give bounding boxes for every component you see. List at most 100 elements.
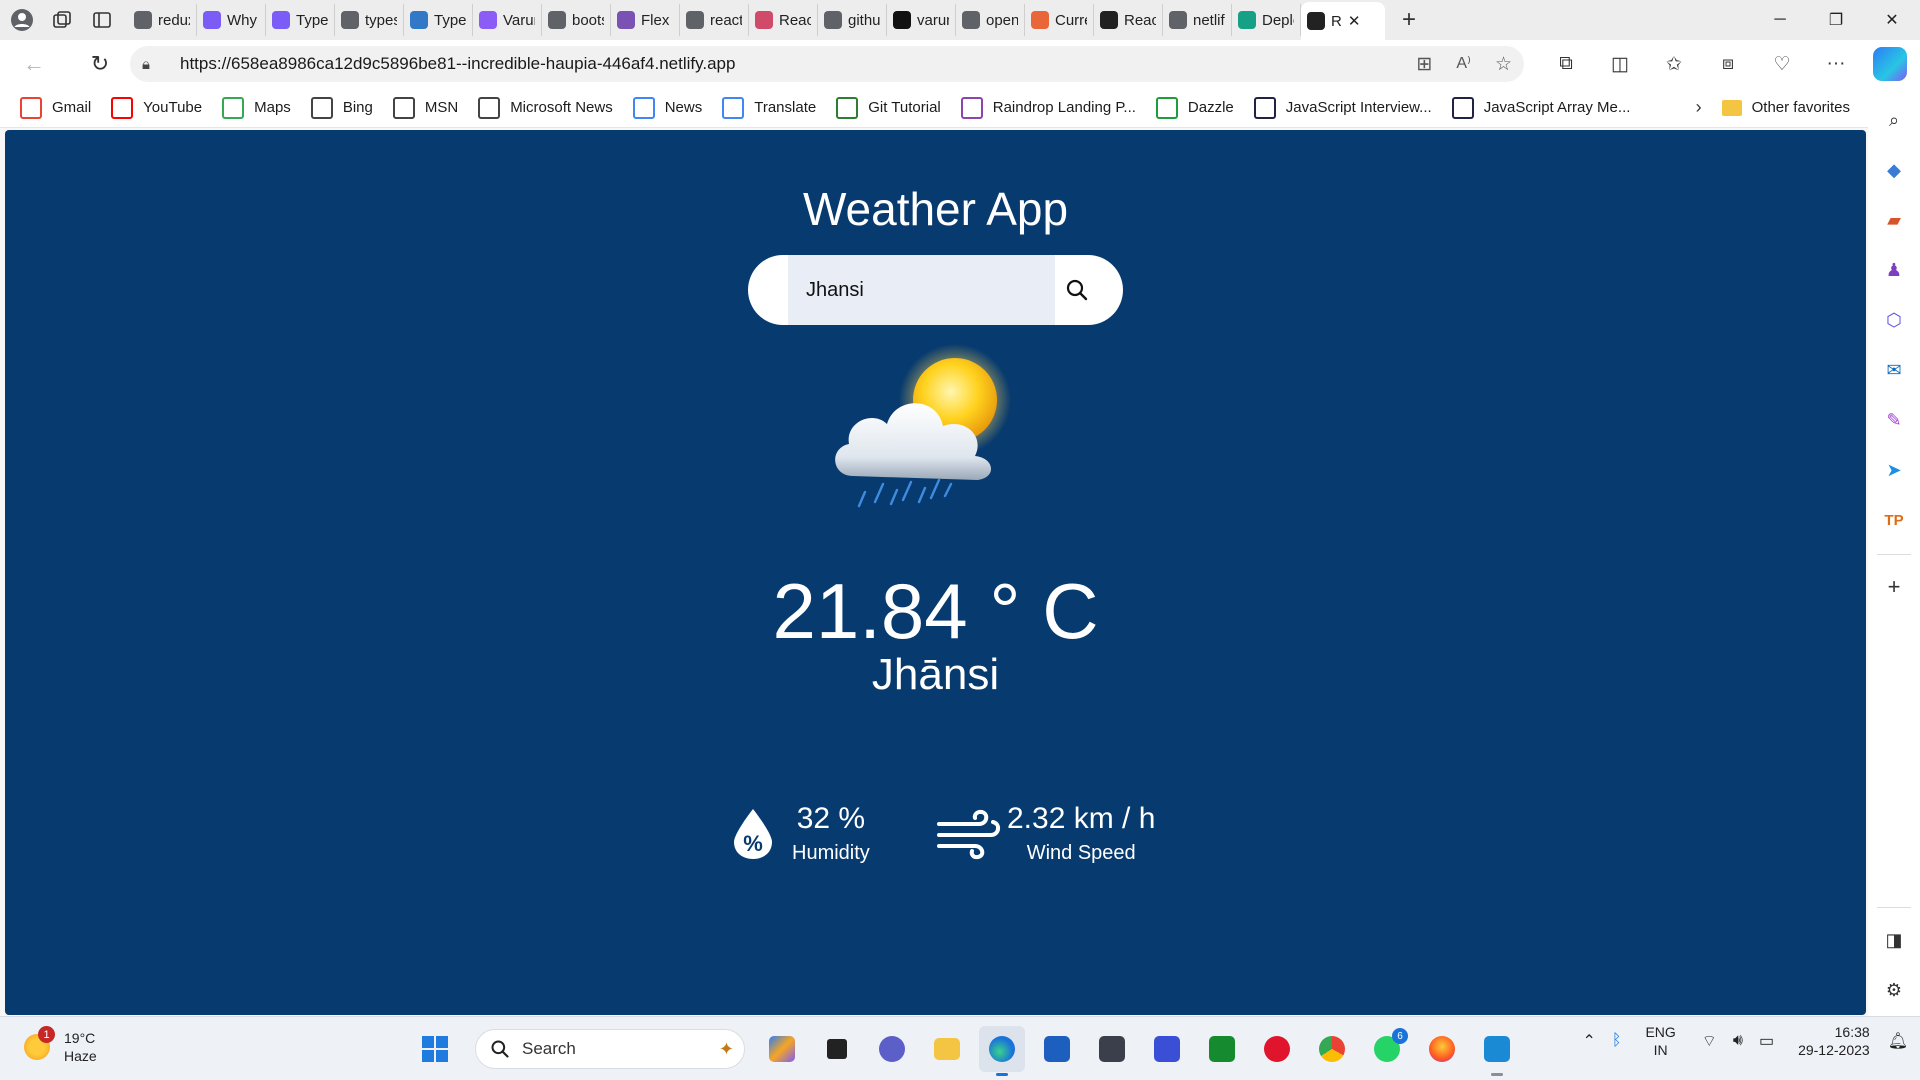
clock-date: 29-12-2023 (1798, 1042, 1870, 1058)
browser-tab[interactable]: Curre (1025, 4, 1094, 36)
sidebar-outlook-button[interactable]: ✉ (1876, 352, 1912, 388)
close-window-button[interactable]: ✕ (1864, 0, 1920, 40)
favorite-link[interactable]: Gmail (20, 96, 91, 119)
sidebar-tp-button[interactable]: TP (1876, 502, 1912, 538)
taskbar-weather-widget[interactable]: 1 19°C Haze (24, 1026, 97, 1065)
sidebar-search-button[interactable]: ⌕ (1876, 102, 1912, 138)
favorite-link[interactable]: JavaScript Array Me... (1451, 96, 1630, 119)
favorite-link[interactable]: JavaScript Interview... (1253, 96, 1432, 119)
close-tab-icon[interactable]: ✕ (1348, 12, 1361, 30)
profile-button[interactable] (4, 4, 40, 36)
taskbar-firefox[interactable] (1419, 1026, 1465, 1072)
browser-tab[interactable]: R ✕ (1301, 2, 1385, 40)
chevron-right-icon[interactable]: › (1696, 97, 1702, 118)
taskbar-file-explorer[interactable] (924, 1026, 970, 1072)
workspaces-button[interactable] (44, 4, 80, 36)
city-name: Jhānsi (871, 650, 1000, 699)
favorite-link[interactable]: Raindrop Landing P... (960, 96, 1136, 119)
favorite-link[interactable]: Maps (222, 96, 291, 119)
favorite-link[interactable]: Bing (310, 96, 373, 119)
wifi-icon[interactable]: ⌔ (1702, 1031, 1717, 1051)
tab-actions-button[interactable] (84, 4, 120, 36)
favorite-link[interactable]: YouTube (111, 96, 202, 119)
address-bar[interactable]: 🔒︎ https://658ea8986ca12d9c5896be81--inc… (130, 46, 1524, 82)
browser-tab[interactable]: netlif (1163, 4, 1232, 36)
taskbar-app-blue[interactable] (1144, 1026, 1190, 1072)
taskbar-task-view[interactable] (814, 1026, 860, 1072)
favorite-link[interactable]: Translate (722, 96, 816, 119)
typescript-icon (410, 11, 428, 29)
sidebar-send-button[interactable]: ➤ (1876, 452, 1912, 488)
battery-icon[interactable]: ▭ (1759, 1031, 1774, 1051)
javascript-icon (1451, 96, 1474, 119)
browser-tab[interactable]: Varun (473, 4, 542, 36)
taskbar-chrome[interactable] (1309, 1026, 1355, 1072)
bluetooth-icon[interactable]: ᛒ (1612, 1032, 1622, 1050)
language-code: ENG (1645, 1024, 1676, 1040)
favorite-link[interactable]: News (632, 96, 702, 119)
taskbar-store[interactable] (1034, 1026, 1080, 1072)
sidebar-games-button[interactable]: ♟ (1876, 252, 1912, 288)
browser-tab[interactable]: boots (542, 4, 611, 36)
sidebar-settings-button[interactable]: ⚙ (1876, 972, 1912, 1008)
favorite-link[interactable]: Microsoft News (478, 96, 613, 119)
sidebar-tools-button[interactable]: ▰ (1876, 202, 1912, 238)
browser-tab[interactable]: githu (818, 4, 887, 36)
search-button[interactable] (1060, 273, 1094, 307)
browser-tab[interactable]: TypeS (404, 4, 473, 36)
taskbar-whatsapp[interactable]: 6 (1364, 1026, 1410, 1072)
back-button[interactable]: ← (12, 44, 56, 84)
other-favorites[interactable]: Other favorites (1721, 99, 1850, 116)
hide-sidebar-button[interactable]: ◨ (1876, 922, 1912, 958)
favorites-button[interactable]: ✩ (1648, 44, 1700, 84)
taskbar-teams-chat[interactable] (869, 1026, 915, 1072)
sidebar-shopping-button[interactable]: ◆ (1876, 152, 1912, 188)
browser-tab[interactable]: types (335, 4, 404, 36)
taskbar-copilot-preview[interactable] (759, 1026, 805, 1072)
copilot-button[interactable] (1864, 44, 1916, 84)
restore-button[interactable]: ❐ (1808, 0, 1864, 40)
browser-tab[interactable]: Why I (197, 4, 266, 36)
taskbar-edge[interactable] (979, 1026, 1025, 1076)
browser-tab[interactable]: React (1094, 4, 1163, 36)
refresh-button[interactable]: ↻ (78, 44, 122, 84)
sidebar-office-button[interactable]: ⬡ (1876, 302, 1912, 338)
taskbar-search-box[interactable]: Search ✦ (475, 1029, 745, 1069)
browser-tab[interactable]: varun (887, 4, 956, 36)
favorite-star-icon[interactable]: ☆ (1495, 53, 1512, 76)
collections-button[interactable]: ⧈ (1702, 44, 1754, 84)
store-icon (1044, 1036, 1070, 1062)
clock[interactable]: 16:38 29-12-2023 (1798, 1023, 1870, 1059)
taskbar-app-dark[interactable] (1089, 1026, 1135, 1072)
new-tab-button[interactable]: + (1391, 4, 1427, 36)
minimize-button[interactable]: ─ (1752, 0, 1808, 40)
browser-tab[interactable]: Flex · (611, 4, 680, 36)
start-button[interactable] (412, 1026, 458, 1072)
extensions-button[interactable]: ⧉ (1540, 44, 1592, 84)
volume-icon[interactable]: 🔊︎ (1733, 1032, 1743, 1050)
sidebar-add-button[interactable]: + (1876, 569, 1912, 605)
settings-menu-button[interactable]: ··· (1810, 44, 1862, 84)
split-screen-button[interactable]: ◫ (1594, 44, 1646, 84)
language-indicator[interactable]: ENG IN (1645, 1023, 1675, 1059)
favorite-link[interactable]: MSN (392, 96, 458, 119)
favorite-link[interactable]: Git Tutorial (836, 96, 941, 119)
browser-tab[interactable]: Deplo (1232, 4, 1301, 36)
app-available-icon[interactable]: ⊞ (1416, 53, 1432, 76)
chevron-up-icon[interactable]: ⌃ (1582, 1031, 1595, 1051)
browser-essentials-button[interactable]: ♡ (1756, 44, 1808, 84)
city-search-input[interactable] (788, 255, 1055, 325)
sidebar-designer-button[interactable]: ✎ (1876, 402, 1912, 438)
notification-bell-icon[interactable]: 🔔︎ (1888, 1031, 1908, 1051)
browser-tab[interactable]: redux (128, 4, 197, 36)
read-aloud-icon[interactable]: A⁾ (1456, 53, 1471, 76)
browser-tab[interactable]: TypeS (266, 4, 335, 36)
browser-tab[interactable]: open (956, 4, 1025, 36)
taskbar-opera[interactable] (1254, 1026, 1300, 1072)
taskbar-vscode[interactable] (1474, 1026, 1520, 1076)
browser-tab[interactable]: React (749, 4, 818, 36)
taskbar-xbox[interactable] (1199, 1026, 1245, 1072)
browser-tab[interactable]: react (680, 4, 749, 36)
favorite-link[interactable]: Dazzle (1155, 96, 1234, 119)
browser-toolbar: ← ↻ 🔒︎ https://658ea8986ca12d9c5896be81-… (0, 40, 1920, 88)
